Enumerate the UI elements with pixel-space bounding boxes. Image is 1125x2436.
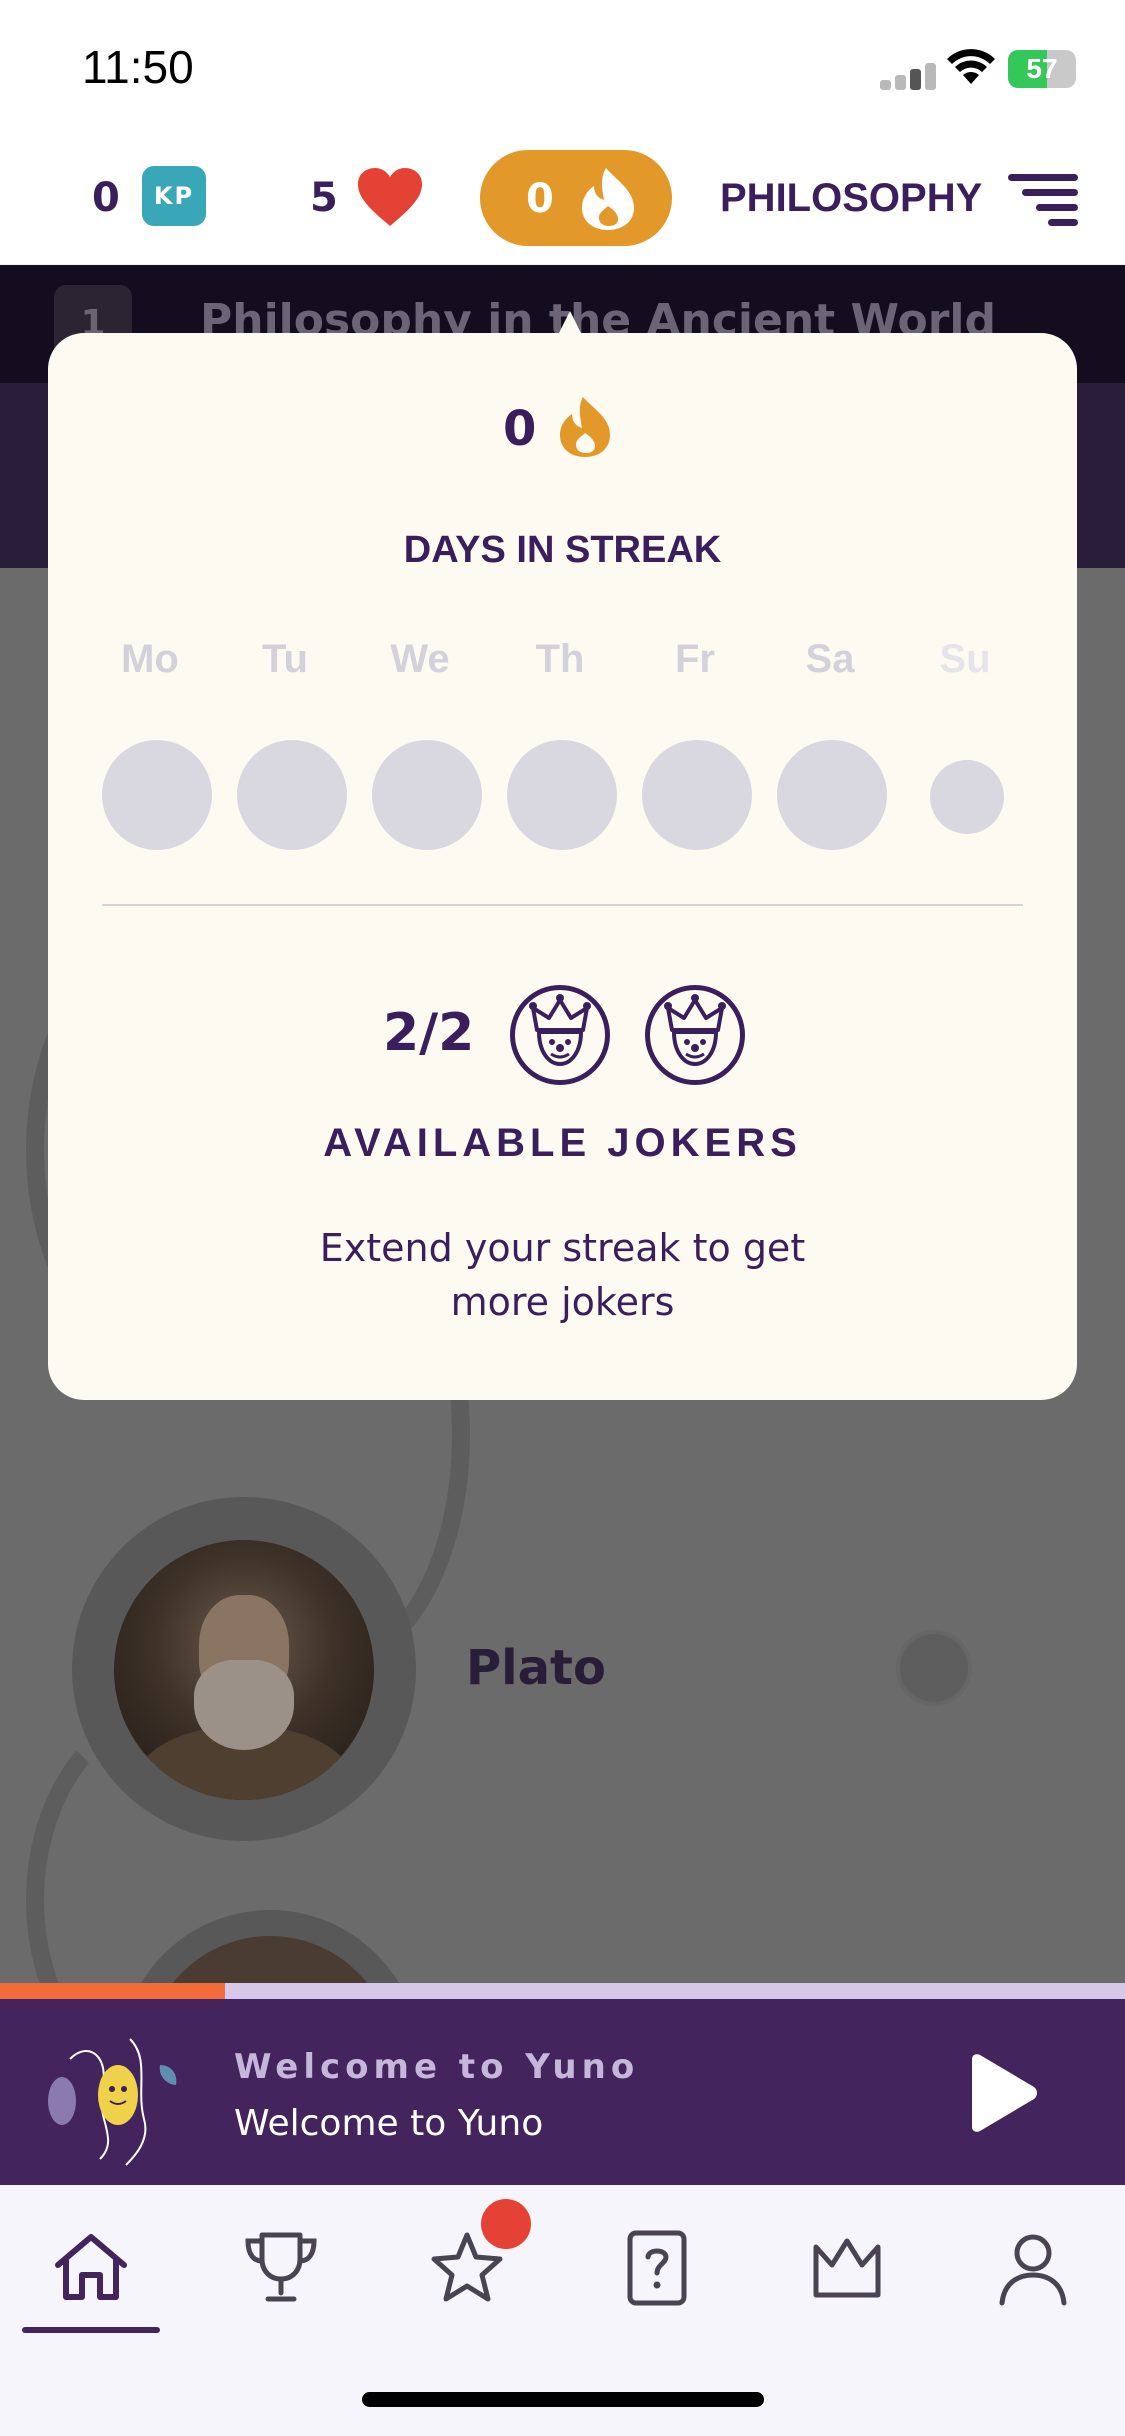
popover-arrow [558,311,582,335]
day-label-su: Su [939,637,991,681]
available-jokers-title: AVAILABLE JOKERS [323,1121,802,1165]
player-subtitle: Welcome to Yuno [234,2047,640,2087]
day-label-tu: Tu [262,637,308,681]
notification-badge [481,2199,531,2249]
kp-count: 0 [92,175,120,221]
player-progress-fill [0,1983,225,1999]
joker-icon [645,985,745,1085]
home-icon [55,2234,127,2300]
headphones-icon[interactable] [896,1630,972,1706]
status-bar: 11:50 57 [0,0,1125,130]
lesson-thumbnail-plato[interactable] [114,1540,374,1800]
battery-indicator: 57 [1008,50,1076,88]
battery-level: 57 [1026,53,1058,84]
day-circle-we [372,740,482,850]
day-circle-sa [777,740,887,850]
tab-premium[interactable] [802,2223,892,2313]
player-title: Welcome to Yuno [234,2103,544,2144]
flame-icon [560,397,610,457]
jokers-description: Extend your streak to get more jokers [319,1226,806,1324]
hearts-count: 5 [310,175,338,221]
tab-home[interactable] [46,2223,136,2313]
wifi-icon [947,49,995,84]
jokers-count: 2/2 [383,1003,475,1063]
yuno-mascot-icon [48,2038,177,2166]
day-label-fr: Fr [675,637,715,681]
home-indicator [362,2392,764,2407]
course-title[interactable]: PHILOSOPHY [720,176,982,221]
play-icon[interactable] [962,2053,1040,2133]
streak-popover: 0 DAYS IN STREAK Mo Tu We Th Fr Sa Su 2/… [48,333,1077,1400]
tab-quiz[interactable] [612,2223,702,2313]
day-circle-su [930,760,1004,834]
day-circle-th [507,740,617,850]
player-progress-bar[interactable] [0,1983,1125,1999]
day-label-mo: Mo [121,637,179,681]
day-label-th: Th [535,637,585,681]
kp-badge[interactable]: KP [142,166,206,226]
tab-leaderboard[interactable] [236,2223,326,2313]
day-label-we: We [390,637,450,681]
active-tab-indicator [22,2327,160,2333]
profile-icon [999,2234,1067,2306]
crown-icon [813,2238,881,2298]
cellular-signal-icon [880,60,940,90]
menu-icon[interactable] [1008,174,1078,226]
trophy-icon [245,2232,317,2302]
divider [102,904,1023,906]
popover-streak-count: 0 [503,401,537,457]
quiz-icon [627,2230,687,2306]
streak-button[interactable]: 0 [480,150,672,246]
day-label-sa: Sa [805,637,855,681]
day-circle-tu [237,740,347,850]
heart-icon[interactable] [356,166,424,228]
status-time: 11:50 [82,41,194,93]
top-bar: 0 KP 5 0 PHILOSOPHY [0,130,1125,265]
tab-profile[interactable] [988,2223,1078,2313]
days-in-streak-title: DAYS IN STREAK [403,529,722,571]
streak-count: 0 [526,176,554,222]
day-circle-fr [642,740,752,850]
flame-icon [582,168,634,230]
day-circle-mo [102,740,212,850]
mini-player[interactable]: Welcome to Yuno Welcome to Yuno [0,1999,1125,2185]
lesson-name[interactable]: Plato [466,1640,606,1696]
joker-icon [510,985,610,1085]
